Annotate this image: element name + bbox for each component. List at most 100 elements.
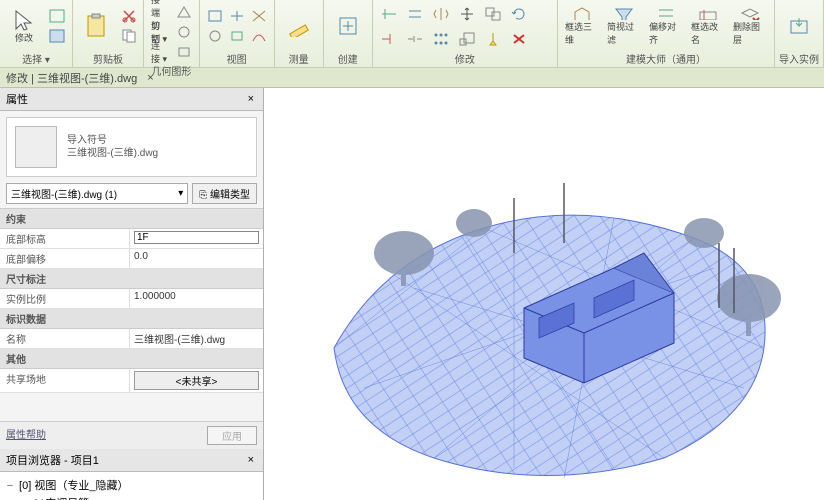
group-label-create: 创建 [328, 50, 368, 67]
ribbon-group-modify: 修改 [373, 0, 558, 67]
geom-b[interactable] [173, 22, 195, 42]
side-panels: 属性 × 导入符号 三维视图-(三维).dwg 三维视图-(三维).dwg (1… [0, 88, 264, 500]
group-label-measure: 测量 [279, 50, 319, 67]
cat-dimensions[interactable]: 尺寸标注 [0, 269, 263, 289]
rename-icon [697, 6, 719, 20]
mod-del[interactable] [507, 29, 531, 49]
copy-icon [122, 29, 136, 43]
mod-pin[interactable] [481, 29, 505, 49]
import-button[interactable] [779, 4, 819, 48]
view-5[interactable] [226, 26, 248, 46]
row-base-level: 底部标高 [0, 229, 263, 249]
mod-mirror[interactable] [429, 4, 453, 24]
box3d-button[interactable]: 框选三维 [562, 4, 602, 48]
mod-move[interactable] [455, 4, 479, 24]
join-button[interactable]: 连接 ▾ [148, 42, 171, 62]
group-label-select: 选择 ▾ [4, 50, 68, 67]
view-1[interactable] [204, 6, 226, 26]
scissors-icon [122, 9, 136, 23]
properties-header: 属性 × [0, 88, 263, 111]
ribbon-group-measure: 测量 [275, 0, 324, 67]
align-icon [655, 6, 677, 20]
geom-c[interactable] [173, 42, 195, 62]
type-category: 导入符号 [67, 134, 158, 147]
tree-item[interactable]: − 01空调风管 [4, 494, 259, 500]
cat-identity[interactable]: 标识数据 [0, 309, 263, 329]
viewport-3d[interactable] [264, 88, 824, 500]
cat-constraints[interactable]: 约束 [0, 209, 263, 229]
browser-close[interactable]: × [245, 454, 257, 466]
group-label-modify: 修改 [377, 50, 553, 67]
ribbon-group-master: 框选三维 简视过滤 偏移对齐 框选改名 删除图层 建模大师（通用） [558, 0, 775, 67]
ribbon-group-view: 视图 [200, 0, 275, 67]
ribbon: 修改 选择 ▾ 剪贴板 连接端切割 ▾ 剪切 ▾ 连接 ▾ [0, 0, 824, 68]
rename-button[interactable]: 框选改名 [688, 4, 728, 48]
mod-offset[interactable] [403, 4, 427, 24]
filter-icon [613, 6, 635, 20]
mod-split[interactable] [403, 29, 427, 49]
create-icon [337, 15, 359, 37]
apply-button[interactable]: 应用 [207, 426, 257, 445]
model-mesh [264, 88, 824, 500]
mod-array[interactable] [429, 29, 453, 49]
sel-opt-2[interactable] [46, 26, 68, 46]
sel-opt-1[interactable] [46, 6, 68, 26]
view-3[interactable] [248, 6, 270, 26]
browser-header: 项目浏览器 - 项目1 × [0, 449, 263, 472]
view-6[interactable] [248, 26, 270, 46]
property-help-bar: 属性帮助 应用 [0, 421, 263, 449]
row-shared-site: 共享场地 <未共享> [0, 369, 263, 393]
group-label-master: 建模大师（通用） [562, 50, 770, 67]
mod-rotate[interactable] [507, 4, 531, 24]
clipboard-icon [85, 13, 109, 39]
group-label-view: 视图 [204, 50, 270, 67]
property-help-link[interactable]: 属性帮助 [6, 426, 46, 445]
ribbon-group-create: 创建 [324, 0, 373, 67]
paste-button[interactable] [77, 4, 117, 48]
ruler-icon [288, 15, 310, 37]
tree-item[interactable]: − [0] 视图（专业_隐藏） [4, 476, 259, 494]
shared-site-button[interactable]: <未共享> [134, 371, 259, 390]
mod-align[interactable] [377, 4, 401, 24]
chevron-down-icon: ▾ [178, 188, 183, 199]
properties-title: 属性 [6, 91, 28, 107]
project-browser: − [0] 视图（专业_隐藏）− 01空调风管− 01建模 楼层平面: 建模-二… [0, 472, 263, 500]
align-button[interactable]: 偏移对齐 [646, 4, 686, 48]
context-tab-bar: 修改 | 三维视图-(三维).dwg × [0, 68, 824, 88]
ribbon-group-import: 导入实例 [775, 0, 824, 67]
type-name: 三维视图-(三维).dwg [67, 147, 158, 160]
layers-x-icon [739, 6, 761, 20]
properties-close[interactable]: × [245, 93, 257, 105]
base-offset-value[interactable]: 0.0 [130, 249, 263, 268]
copy-button[interactable] [119, 26, 139, 46]
mod-scale[interactable] [455, 29, 479, 49]
ribbon-group-clipboard: 剪贴板 [73, 0, 144, 67]
row-name: 名称 三维视图-(三维).dwg [0, 329, 263, 349]
row-base-offset: 底部偏移 0.0 [0, 249, 263, 269]
ribbon-group-geometry: 连接端切割 ▾ 剪切 ▾ 连接 ▾ 几何图形 [144, 0, 200, 67]
row-instance-scale: 实例比例 1.000000 [0, 289, 263, 309]
name-value: 三维视图-(三维).dwg [130, 329, 263, 348]
modify-button[interactable]: 修改 [4, 4, 44, 48]
context-tab-close[interactable]: × [143, 72, 157, 84]
create-button[interactable] [328, 4, 368, 48]
type-preview: 导入符号 三维视图-(三维).dwg [6, 117, 257, 177]
mod-copy[interactable] [481, 4, 505, 24]
measure-button[interactable] [279, 4, 319, 48]
box3d-icon [571, 6, 593, 20]
import-icon [788, 16, 810, 36]
cat-other[interactable]: 其他 [0, 349, 263, 369]
view-4[interactable] [204, 26, 226, 46]
base-level-input[interactable] [134, 231, 259, 244]
filter-button[interactable]: 简视过滤 [604, 4, 644, 48]
group-label-clipboard: 剪贴板 [77, 50, 139, 67]
mod-trim[interactable] [377, 29, 401, 49]
cut-button[interactable] [119, 6, 139, 26]
dellayer-button[interactable]: 删除图层 [730, 4, 770, 48]
context-tab-title: 修改 | 三维视图-(三维).dwg [6, 70, 137, 86]
geom-a[interactable] [173, 2, 195, 22]
edit-type-button[interactable]: ⎘ 编辑类型 [192, 183, 257, 204]
type-selector[interactable]: 三维视图-(三维).dwg (1) ▾ [6, 183, 188, 204]
view-2[interactable] [226, 6, 248, 26]
group-label-import: 导入实例 [779, 50, 819, 67]
